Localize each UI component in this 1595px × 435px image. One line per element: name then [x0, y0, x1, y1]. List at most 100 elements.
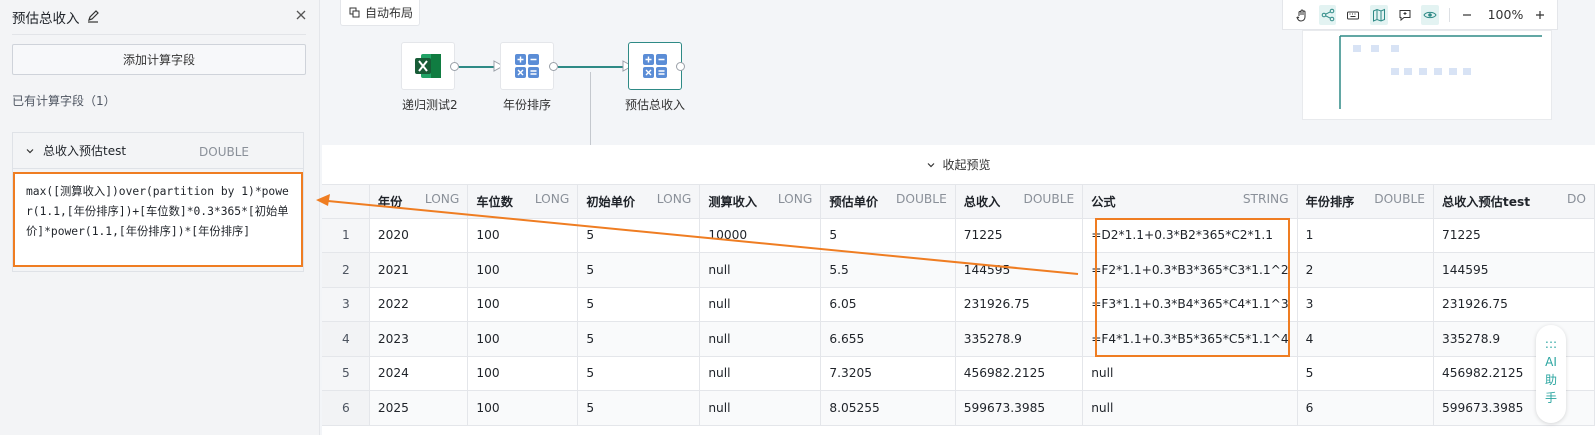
table-cell: =F4*1.1+0.3*B5*365*C5*1.1^4 [1082, 321, 1298, 357]
table-cell: null [699, 252, 822, 288]
table-cell: 6.655 [820, 321, 956, 357]
column-header[interactable]: DOUBLE 总收入 [955, 185, 1084, 219]
column-name: 总收入预估test [1441, 195, 1531, 210]
table-row[interactable]: 6 2025 100 5 null 8.05255 599673.3985 null 6 5996… [322, 390, 1595, 426]
table-cell: 2 [1297, 252, 1434, 288]
column-type: LONG [534, 192, 570, 207]
formula-editor[interactable]: max([测算收入])over(partition by 1)*power(1.… [13, 172, 303, 267]
hand-tool-icon[interactable] [1293, 5, 1311, 25]
table-cell: 335278.9 [955, 321, 1084, 357]
column-type: LONG [777, 192, 813, 207]
field-name: 总收入预估test [43, 144, 127, 158]
ai-assistant-label: 手 [1544, 391, 1557, 405]
column-name: 车位数 [476, 195, 513, 210]
field-card-header[interactable]: 总收入预估test DOUBLE [13, 133, 303, 169]
auto-layout-label: 自动布局 [365, 6, 414, 20]
column-type: STRING [1242, 192, 1289, 207]
table-cell: 100 [467, 390, 579, 426]
table-row[interactable]: 5 2024 100 5 null 7.3205 456982.2125 null 5 45698… [322, 356, 1595, 391]
table-row[interactable]: 2 2021 100 5 null 5.5 144595 =F2*1.1+0.3*B3*365… [322, 252, 1595, 288]
column-header[interactable]: DO 总收入预估test [1433, 185, 1595, 219]
add-calc-field-button[interactable]: 添加计算字段 [12, 44, 306, 75]
auto-layout-button[interactable]: 自动布局 [340, 0, 420, 26]
node-port[interactable] [450, 62, 459, 71]
zoom-out-icon[interactable] [1458, 5, 1476, 25]
node-estimated-income[interactable] [628, 42, 682, 90]
table-cell: 456982.2125 [1433, 356, 1595, 391]
table-cell: 6.05 [820, 287, 956, 322]
table-cell: 231926.75 [955, 287, 1084, 322]
table-cell: 5 [577, 321, 701, 357]
table-cell: 5 [577, 287, 701, 322]
table-row[interactable]: 4 2023 100 5 null 6.655 335278.9 =F4*1.1+0.3*B5… [322, 321, 1595, 357]
field-type: DOUBLE [199, 145, 249, 159]
panel-header: 预估总收入 [12, 4, 308, 30]
zoom-in-icon[interactable] [1531, 5, 1549, 25]
calculator-icon [643, 54, 667, 78]
close-icon[interactable] [294, 8, 308, 22]
table-cell: 231926.75 [1433, 287, 1595, 322]
table-cell: 2020 [369, 218, 469, 253]
table-cell: null [699, 287, 822, 322]
edit-icon[interactable] [86, 10, 100, 24]
column-header[interactable]: LONG 初始单价 [577, 185, 701, 219]
node-year-sort[interactable] [500, 42, 554, 90]
table-cell: 2025 [369, 390, 469, 426]
table-row[interactable]: 1 2020 100 5 10000 5 71225 =D2*1.1+0.3*B2*365*C… [322, 218, 1595, 253]
table-cell: 456982.2125 [955, 356, 1084, 391]
map-icon[interactable] [1370, 4, 1388, 25]
table-cell: 1 [1297, 218, 1434, 253]
table-cell: 2024 [369, 356, 469, 391]
keyboard-icon[interactable] [1344, 5, 1362, 25]
column-type: LONG [424, 192, 460, 207]
minimap[interactable] [1302, 30, 1552, 120]
minimap-preview [1339, 35, 1542, 109]
table-cell: 100 [467, 287, 579, 322]
comment-icon[interactable] [1396, 5, 1414, 25]
table-cell: 6 [1297, 390, 1434, 426]
connector-line [590, 72, 591, 145]
table-cell: null [699, 321, 822, 357]
divider [12, 34, 306, 35]
table-cell: 5 [577, 390, 701, 426]
column-type: DOUBLE [896, 192, 947, 207]
column-header[interactable]: LONG 年份 [369, 185, 469, 219]
layout-icon [349, 7, 360, 18]
preview-table: LONG 年份 LONG 车位数 LONG 初始单价 LONG 测算收入 DOUBLE 预估单价 D… [322, 185, 1595, 426]
excel-icon [415, 54, 441, 78]
node-port[interactable] [676, 62, 685, 71]
table-cell: 335278.9 [1433, 321, 1595, 357]
column-header[interactable]: LONG 车位数 [467, 185, 579, 219]
chevron-down-icon[interactable] [25, 146, 35, 156]
share-icon[interactable] [1318, 4, 1337, 25]
edge-2 [558, 66, 630, 68]
column-header[interactable]: STRING 公式 [1082, 185, 1298, 219]
column-name: 公式 [1091, 195, 1116, 210]
collapse-preview-button[interactable]: 收起预览 [322, 145, 1595, 185]
column-name: 年份排序 [1305, 195, 1355, 210]
table-cell: null [1082, 390, 1298, 426]
node-excel[interactable] [401, 42, 455, 90]
table-row[interactable]: 3 2022 100 5 null 6.05 231926.75 =F3*1.1+0.3*B4… [322, 287, 1595, 322]
table-cell: 71225 [1433, 218, 1595, 253]
column-header[interactable]: DOUBLE 年份排序 [1297, 185, 1434, 219]
chevron-down-icon [928, 162, 935, 167]
node-port[interactable] [549, 62, 558, 71]
column-header[interactable]: DOUBLE 预估单价 [820, 185, 956, 219]
row-index: 1 [322, 218, 370, 253]
toolbar-divider [1449, 7, 1450, 22]
eye-icon[interactable] [1421, 4, 1440, 25]
ai-assistant-button[interactable]: ::: AI 助手 [1536, 325, 1566, 423]
table-cell: 4 [1297, 321, 1434, 357]
column-header[interactable] [322, 185, 370, 219]
table-cell: 144595 [955, 252, 1084, 288]
ai-dots-icon: ::: [1544, 337, 1558, 351]
canvas-toolbar: 100% [1282, 0, 1558, 30]
row-index: 6 [322, 390, 370, 426]
table-cell: 2021 [369, 252, 469, 288]
table-cell: 5 [577, 252, 701, 288]
column-name: 初始单价 [586, 195, 636, 210]
column-header[interactable]: LONG 测算收入 [699, 185, 822, 219]
table-cell: null [699, 356, 822, 391]
zoom-level: 100% [1487, 7, 1524, 22]
